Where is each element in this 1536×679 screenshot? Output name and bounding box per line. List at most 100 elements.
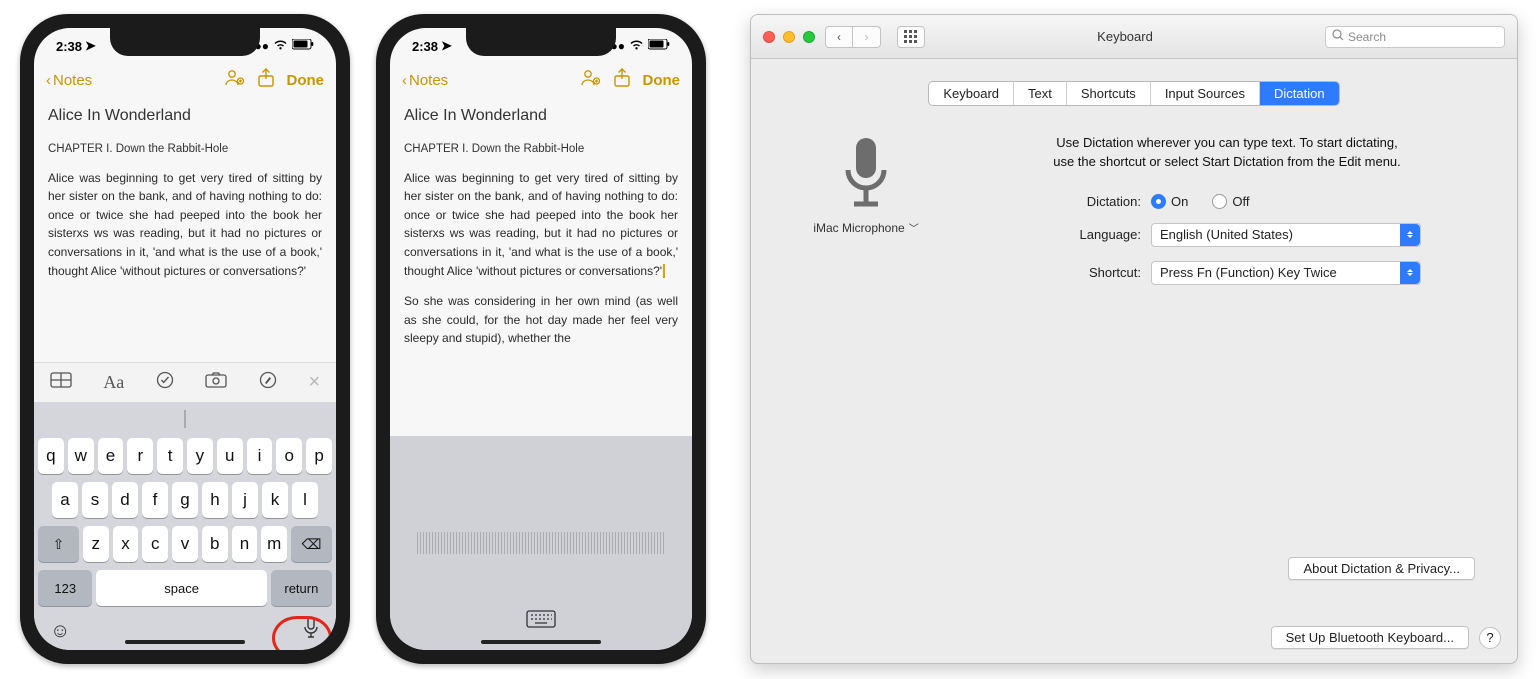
backspace-key[interactable]: ⌫ bbox=[291, 526, 332, 562]
text-format-icon[interactable]: Aa bbox=[103, 372, 124, 393]
forward-nav-button[interactable]: › bbox=[853, 26, 881, 48]
dictation-on-radio[interactable]: On bbox=[1151, 194, 1188, 209]
key-y[interactable]: y bbox=[187, 438, 213, 474]
key-o[interactable]: o bbox=[276, 438, 302, 474]
note-paragraph: Alice was beginning to get very tired of… bbox=[48, 169, 322, 281]
iphone-notch bbox=[110, 28, 260, 56]
tab-input-sources[interactable]: Input Sources bbox=[1151, 82, 1260, 105]
back-label: Notes bbox=[53, 72, 92, 89]
key-l[interactable]: l bbox=[292, 482, 318, 518]
share-icon[interactable] bbox=[257, 68, 275, 92]
key-k[interactable]: k bbox=[262, 482, 288, 518]
ios-keyboard: qwertyuiop asdfghjkl ⇧ zxcvbnm ⌫ 123 spa… bbox=[34, 436, 336, 650]
key-a[interactable]: a bbox=[52, 482, 78, 518]
emoji-icon[interactable]: ☺ bbox=[50, 620, 70, 643]
back-button[interactable]: ‹ Notes bbox=[402, 72, 448, 89]
collaborate-icon[interactable] bbox=[579, 68, 601, 92]
close-window-button[interactable] bbox=[763, 31, 775, 43]
key-i[interactable]: i bbox=[247, 438, 273, 474]
key-b[interactable]: b bbox=[202, 526, 228, 562]
close-toolbar-icon[interactable]: × bbox=[309, 371, 321, 394]
helper-text: Use Dictation wherever you can type text… bbox=[977, 134, 1477, 172]
key-c[interactable]: c bbox=[142, 526, 168, 562]
window-titlebar[interactable]: ‹ › Keyboard Search bbox=[751, 15, 1517, 59]
markup-icon[interactable] bbox=[259, 371, 277, 394]
share-icon[interactable] bbox=[613, 68, 631, 92]
tab-text[interactable]: Text bbox=[1014, 82, 1067, 105]
key-z[interactable]: z bbox=[83, 526, 109, 562]
done-button[interactable]: Done bbox=[643, 72, 681, 89]
key-w[interactable]: w bbox=[68, 438, 94, 474]
about-dictation-button[interactable]: About Dictation & Privacy... bbox=[1288, 557, 1475, 580]
location-icon: ➤ bbox=[85, 38, 96, 54]
note-content[interactable]: Alice In Wonderland CHAPTER I. Down the … bbox=[34, 96, 336, 362]
done-button[interactable]: Done bbox=[287, 72, 325, 89]
battery-icon bbox=[648, 39, 670, 53]
key-n[interactable]: n bbox=[232, 526, 258, 562]
help-button[interactable]: ? bbox=[1479, 627, 1501, 649]
table-icon[interactable] bbox=[50, 372, 72, 393]
notes-format-toolbar: Aa × bbox=[34, 362, 336, 402]
key-m[interactable]: m bbox=[261, 526, 287, 562]
note-content[interactable]: Alice In Wonderland CHAPTER I. Down the … bbox=[390, 96, 692, 436]
quicktype-bar[interactable] bbox=[34, 402, 336, 436]
key-r[interactable]: r bbox=[127, 438, 153, 474]
dictation-listening-panel[interactable] bbox=[390, 436, 692, 650]
notes-navbar: ‹ Notes Done bbox=[34, 64, 336, 96]
back-nav-button[interactable]: ‹ bbox=[825, 26, 853, 48]
wifi-icon bbox=[273, 39, 288, 53]
tab-shortcuts[interactable]: Shortcuts bbox=[1067, 82, 1151, 105]
key-s[interactable]: s bbox=[82, 482, 108, 518]
numbers-key[interactable]: 123 bbox=[38, 570, 92, 606]
chevron-left-icon: ‹ bbox=[46, 72, 51, 89]
language-select[interactable]: English (United States) bbox=[1151, 223, 1421, 247]
checklist-icon[interactable] bbox=[156, 371, 174, 394]
battery-icon bbox=[292, 39, 314, 53]
return-key[interactable]: return bbox=[271, 570, 332, 606]
language-label: Language: bbox=[977, 227, 1141, 242]
key-q[interactable]: q bbox=[38, 438, 64, 474]
show-keyboard-icon[interactable] bbox=[526, 610, 556, 636]
key-x[interactable]: x bbox=[113, 526, 139, 562]
home-indicator[interactable] bbox=[125, 640, 245, 644]
search-placeholder: Search bbox=[1348, 30, 1386, 44]
chapter-heading: CHAPTER I. Down the Rabbit-Hole bbox=[48, 141, 322, 159]
space-key[interactable]: space bbox=[96, 570, 266, 606]
shift-key[interactable]: ⇧ bbox=[38, 526, 79, 562]
key-g[interactable]: g bbox=[172, 482, 198, 518]
back-button[interactable]: ‹ Notes bbox=[46, 72, 92, 89]
show-all-prefs-button[interactable] bbox=[897, 26, 925, 48]
iphone-notch bbox=[466, 28, 616, 56]
microphone-icon bbox=[838, 134, 894, 214]
mic-source-dropdown[interactable]: iMac Microphone ﹀ bbox=[791, 220, 941, 235]
shortcut-select[interactable]: Press Fn (Function) Key Twice bbox=[1151, 261, 1421, 285]
key-e[interactable]: e bbox=[98, 438, 124, 474]
traffic-lights bbox=[763, 31, 815, 43]
key-f[interactable]: f bbox=[142, 482, 168, 518]
key-u[interactable]: u bbox=[217, 438, 243, 474]
dictation-off-radio[interactable]: Off bbox=[1212, 194, 1249, 209]
key-j[interactable]: j bbox=[232, 482, 258, 518]
home-indicator[interactable] bbox=[481, 640, 601, 644]
minimize-window-button[interactable] bbox=[783, 31, 795, 43]
dictation-mic-icon[interactable] bbox=[302, 616, 320, 646]
key-d[interactable]: d bbox=[112, 482, 138, 518]
collaborate-icon[interactable] bbox=[223, 68, 245, 92]
system-preferences-window: ‹ › Keyboard Search KeyboardTextShortcut… bbox=[750, 14, 1518, 664]
key-t[interactable]: t bbox=[157, 438, 183, 474]
chevron-left-icon: ‹ bbox=[402, 72, 407, 89]
key-p[interactable]: p bbox=[306, 438, 332, 474]
bluetooth-keyboard-button[interactable]: Set Up Bluetooth Keyboard... bbox=[1271, 626, 1469, 649]
select-stepper-icon bbox=[1400, 262, 1420, 284]
zoom-window-button[interactable] bbox=[803, 31, 815, 43]
search-field[interactable]: Search bbox=[1325, 26, 1505, 48]
camera-icon[interactable] bbox=[205, 372, 227, 393]
chevron-down-icon: ﹀ bbox=[909, 220, 919, 235]
tab-dictation[interactable]: Dictation bbox=[1260, 82, 1339, 105]
mic-source-label: iMac Microphone bbox=[813, 221, 904, 235]
shortcut-label: Shortcut: bbox=[977, 265, 1141, 280]
key-v[interactable]: v bbox=[172, 526, 198, 562]
dictation-label: Dictation: bbox=[977, 194, 1141, 209]
key-h[interactable]: h bbox=[202, 482, 228, 518]
tab-keyboard[interactable]: Keyboard bbox=[929, 82, 1014, 105]
